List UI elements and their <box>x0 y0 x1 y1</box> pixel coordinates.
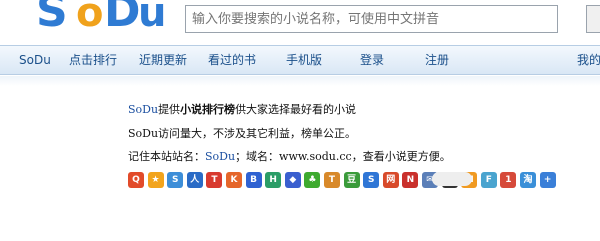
tencent-weibo-share-icon[interactable]: T <box>206 172 223 188</box>
nav-rankings[interactable]: 点击排行 <box>69 46 117 74</box>
intro-text: ；域名：www.sodu.cc，查看小说更方便。 <box>235 150 451 163</box>
intro-line-2: SoDu访问量大，不涉及其它利益，榜单公正。 <box>128 127 357 140</box>
nav-home[interactable]: SoDu <box>19 46 51 74</box>
renren-share-icon[interactable]: 人 <box>186 172 203 188</box>
more-share-icon[interactable]: + <box>539 172 556 188</box>
logo-letter-u: u <box>138 0 167 36</box>
nav-recent[interactable]: 近期更新 <box>139 46 187 74</box>
intro-brand: SoDu <box>205 150 236 163</box>
intro-brand: SoDu <box>128 103 159 116</box>
intro-text: 供大家选择最好看的小说 <box>235 103 357 116</box>
baidu-share-icon[interactable]: B <box>245 172 262 188</box>
wangyi-share-icon[interactable]: 网 <box>382 172 399 188</box>
nav-history[interactable]: 看过的书 <box>208 46 256 74</box>
follow5-share-icon[interactable]: F <box>480 172 497 188</box>
intro-bold: 小说排行榜 <box>180 103 236 116</box>
qzone-share-icon[interactable]: Q <box>128 172 144 188</box>
sina-weibo-share-icon[interactable]: S <box>167 172 184 188</box>
baidu-space-share-icon[interactable]: ◆ <box>284 172 301 188</box>
nav-mobile[interactable]: 手机版 <box>286 46 322 74</box>
kaixin-share-icon[interactable]: K <box>226 172 242 188</box>
tianya-share-icon[interactable]: T <box>324 172 340 188</box>
favorite-share-icon[interactable]: ★ <box>147 172 164 188</box>
intro-text: 提供 <box>158 103 181 116</box>
nav-sub-bar <box>0 76 600 86</box>
163-share-icon[interactable]: 1 <box>500 172 517 188</box>
hexun-share-icon[interactable]: H <box>265 172 282 188</box>
nav-register[interactable]: 注册 <box>425 46 449 74</box>
share-counter <box>432 172 472 186</box>
netease-share-icon[interactable]: N <box>402 172 419 188</box>
search-button[interactable] <box>586 5 600 33</box>
intro-line-3: 记住本站站名：SoDu；域名：www.sodu.cc，查看小说更方便。 <box>128 148 451 164</box>
logo-letter-d: D <box>104 0 141 37</box>
intro-line-1: SoDu提供小说排行榜供大家选择最好看的小说 <box>128 101 356 117</box>
search-input[interactable] <box>185 5 558 33</box>
logo-letter-s: S <box>36 0 68 37</box>
nav-my[interactable]: 我的 <box>577 46 600 74</box>
logo-letter-o: o <box>76 0 104 36</box>
main-nav: SoDu 点击排行 近期更新 看过的书 手机版 登录 注册 我的 <box>0 45 600 75</box>
taobao-share-icon[interactable]: 淘 <box>520 172 536 188</box>
sohu-share-icon[interactable]: S <box>363 172 380 188</box>
intro-text: 记住本站站名： <box>128 150 205 163</box>
clover-share-icon[interactable]: ♣ <box>304 172 321 188</box>
sodu-logo[interactable]: S o D u <box>36 0 176 38</box>
nav-login[interactable]: 登录 <box>360 46 384 74</box>
douban-share-icon[interactable]: 豆 <box>343 172 360 188</box>
